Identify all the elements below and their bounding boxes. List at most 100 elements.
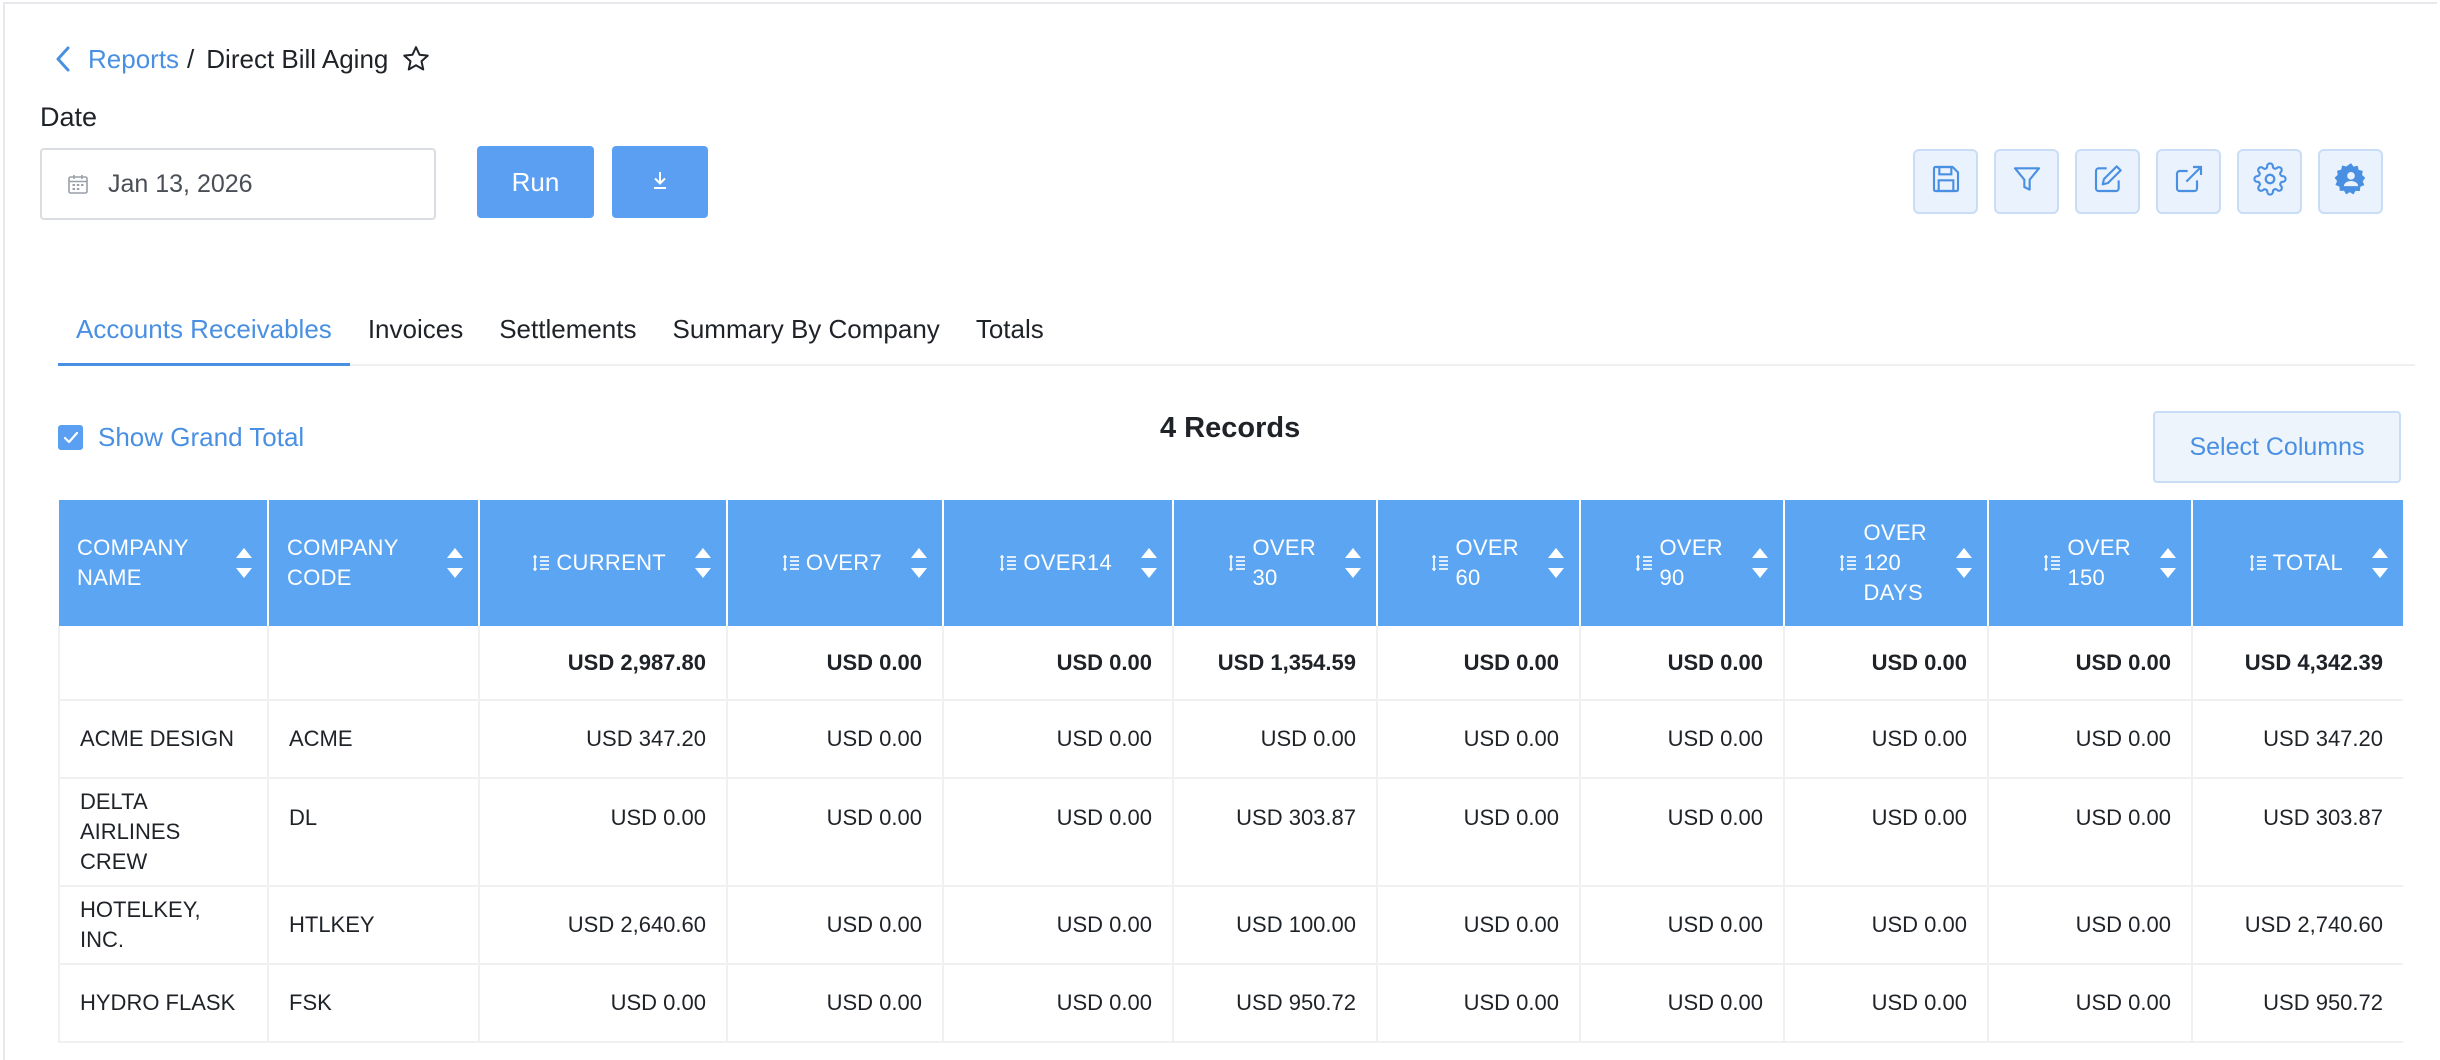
tab-totals[interactable]: Totals	[958, 300, 1062, 366]
column-header-label: TOTAL	[2273, 548, 2343, 578]
grand-total-row: USD 2,987.80 USD 0.00 USD 0.00 USD 1,354.59…	[58, 626, 2403, 701]
column-header[interactable]: COMPANY CODE	[268, 500, 480, 626]
column-header[interactable]: OVER 60	[1377, 500, 1581, 626]
edit-icon	[2092, 163, 2124, 200]
sort-icon[interactable]	[910, 546, 928, 580]
column-header-label: OVER 30	[1252, 533, 1316, 593]
column-header[interactable]: TOTAL	[2192, 500, 2403, 626]
sort-icon[interactable]	[694, 546, 712, 580]
tab-summary-by-company[interactable]: Summary By Company	[655, 300, 958, 366]
align-lines-icon	[2249, 552, 2267, 574]
save-icon	[1930, 163, 1962, 200]
date-picker-input[interactable]: Jan 13, 2026	[40, 148, 436, 220]
amount-cell: USD 0.00	[943, 964, 1174, 1043]
column-header[interactable]: COMPANY NAME	[59, 500, 269, 626]
amount-cell: USD 0.00	[727, 700, 944, 779]
table-row[interactable]: HYDRO FLASK FSK USD 0.00 USD 0.00 USD 0.00 US…	[58, 964, 2403, 1043]
company-code-cell: HTLKEY	[268, 886, 480, 965]
breadcrumb: Reports / Direct Bill Aging	[52, 42, 432, 76]
column-header-label: COMPANY NAME	[77, 533, 189, 593]
amount-cell: USD 0.00	[1580, 964, 1785, 1043]
amount-cell: USD 950.72	[1173, 964, 1378, 1043]
total-cell: USD 4,342.39	[2192, 626, 2403, 701]
table-row[interactable]: DELTA AIRLINES CREW DL USD 0.00 USD 0.00 USD …	[58, 778, 2403, 887]
column-header[interactable]: OVER7	[727, 500, 944, 626]
sort-icon[interactable]	[1955, 546, 1973, 580]
sort-icon[interactable]	[2159, 546, 2177, 580]
table-row[interactable]: HOTELKEY, INC. HTLKEY USD 2,640.60 USD 0.00…	[58, 886, 2403, 965]
amount-cell: USD 0.00	[727, 964, 944, 1043]
company-code-cell: FSK	[268, 964, 480, 1043]
column-header-label: OVER14	[1023, 548, 1112, 578]
total-cell: USD 0.00	[1377, 626, 1581, 701]
sort-icon[interactable]	[1547, 546, 1565, 580]
column-header[interactable]: OVER14	[943, 500, 1174, 626]
column-header-text: COMPANY	[77, 535, 189, 560]
sort-icon[interactable]	[235, 546, 253, 580]
settings-button[interactable]	[2237, 149, 2302, 214]
amount-cell: USD 0.00	[943, 778, 1174, 887]
align-lines-icon	[782, 552, 800, 574]
tab-accounts-receivables[interactable]: Accounts Receivables	[58, 300, 350, 366]
sort-icon[interactable]	[1140, 546, 1158, 580]
report-tabs: Accounts Receivables Invoices Settlement…	[58, 300, 2415, 366]
column-header[interactable]: OVER 90	[1580, 500, 1785, 626]
column-header[interactable]: CURRENT	[479, 500, 728, 626]
admin-settings-button[interactable]	[2318, 149, 2383, 214]
column-header[interactable]: OVER 120 DAYS	[1784, 500, 1989, 626]
align-lines-icon	[999, 552, 1017, 574]
total-cell	[268, 626, 480, 701]
page-title: Direct Bill Aging	[206, 43, 389, 74]
back-chevron-icon[interactable]	[52, 44, 74, 74]
column-header-label: OVER 150	[2067, 533, 2131, 593]
company-name-cell: DELTA AIRLINES CREW	[58, 778, 269, 887]
company-code-cell: ACME	[268, 700, 480, 779]
favorite-star-icon[interactable]	[400, 43, 432, 75]
column-header-label: COMPANY CODE	[287, 533, 399, 593]
column-header-label: OVER 60	[1455, 533, 1519, 593]
sort-icon[interactable]	[1751, 546, 1769, 580]
amount-cell: USD 303.87	[1173, 778, 1378, 887]
filter-button[interactable]	[1994, 149, 2059, 214]
save-button[interactable]	[1913, 149, 1978, 214]
breadcrumb-reports-link[interactable]: Reports	[88, 44, 179, 75]
total-cell	[58, 626, 269, 701]
column-header-label: CURRENT	[556, 548, 666, 578]
column-header-text: OVER7	[805, 550, 882, 575]
column-header[interactable]: OVER 30	[1173, 500, 1378, 626]
total-cell: USD 0.00	[1784, 626, 1989, 701]
tab-invoices[interactable]: Invoices	[350, 300, 481, 366]
calendar-icon	[66, 172, 90, 196]
total-cell: USD 0.00	[943, 626, 1174, 701]
align-lines-icon	[532, 552, 550, 574]
date-label: Date	[40, 102, 98, 132]
amount-cell: USD 0.00	[943, 700, 1174, 779]
company-name-text: HOTELKEY, INC.	[80, 897, 201, 952]
tab-settlements[interactable]: Settlements	[481, 300, 654, 366]
column-header-text: OVER	[1863, 520, 1927, 545]
amount-cell: USD 0.00	[479, 778, 728, 887]
download-button[interactable]	[612, 146, 708, 218]
sort-icon[interactable]	[1344, 546, 1362, 580]
company-name-cell: HYDRO FLASK	[58, 964, 269, 1043]
sort-icon[interactable]	[2371, 546, 2389, 580]
column-header[interactable]: OVER 150	[1988, 500, 2193, 626]
amount-cell: USD 0.00	[479, 964, 728, 1043]
amount-cell: USD 0.00	[1377, 964, 1581, 1043]
sort-icon[interactable]	[446, 546, 464, 580]
amount-cell: USD 0.00	[1784, 886, 1989, 965]
amount-cell: USD 0.00	[1988, 700, 2193, 779]
amount-cell: USD 347.20	[2192, 700, 2403, 779]
edit-button[interactable]	[2075, 149, 2140, 214]
column-header-text: OVER	[1659, 535, 1723, 560]
column-header-text: 150	[2067, 565, 2106, 590]
align-lines-icon	[1839, 552, 1857, 574]
table-row[interactable]: ACME DESIGN ACME USD 347.20 USD 0.00 USD 0.0…	[58, 700, 2403, 779]
amount-cell: USD 0.00	[1377, 700, 1581, 779]
open-external-button[interactable]	[2156, 149, 2221, 214]
select-columns-button[interactable]: Select Columns	[2153, 411, 2401, 483]
run-button[interactable]: Run	[477, 146, 594, 218]
show-grand-total-toggle[interactable]: Show Grand Total	[58, 422, 304, 453]
company-name-text: HYDRO FLASK	[80, 990, 236, 1015]
grand-total-checkbox[interactable]	[58, 425, 83, 450]
